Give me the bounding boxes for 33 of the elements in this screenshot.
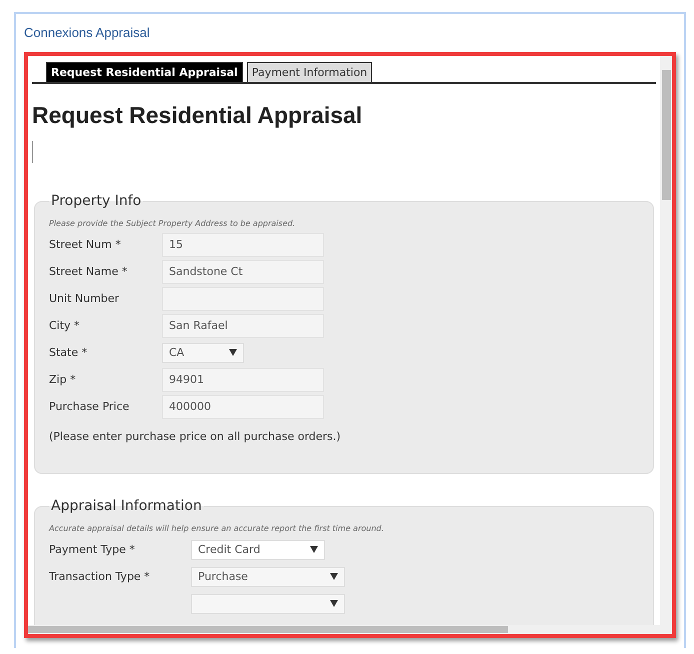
dropdown[interactable]: CA: [162, 342, 244, 362]
field-label: Street Num *: [49, 238, 122, 251]
text-field[interactable]: 400000: [162, 394, 324, 418]
vertical-scrollbar[interactable]: [660, 56, 672, 625]
field-label: State *: [49, 346, 88, 359]
tab[interactable]: Request Residential Appraisal: [46, 62, 243, 82]
field-label: Street Name *: [49, 265, 128, 278]
caret-icon: [310, 546, 318, 553]
horizontal-scrollbar[interactable]: [28, 625, 672, 634]
section-legend: Property Info: [49, 193, 144, 209]
page-heading: Request Residential Appraisal: [32, 102, 364, 129]
section-note: Accurate appraisal details will help ensure an accurate report the first time around.: [49, 524, 385, 533]
dropdown[interactable]: Purchase: [191, 566, 345, 586]
text-field[interactable]: Sandstone Ct: [162, 260, 324, 284]
section-legend: Appraisal Information: [49, 498, 204, 514]
window-title: Connexions Appraisal: [24, 25, 150, 40]
caret-icon: [330, 573, 338, 580]
field-label: Unit Number: [49, 292, 120, 305]
field-label: Payment Type *: [49, 543, 136, 556]
footnote: (Please enter purchase price on all purchase orders.): [49, 430, 342, 443]
dropdown[interactable]: Credit Card: [191, 540, 325, 560]
field-label: Purchase Price: [49, 400, 130, 413]
text-field[interactable]: 94901: [162, 368, 324, 392]
field-label: Transaction Type *: [49, 570, 151, 583]
text-field[interactable]: San Rafael: [162, 314, 324, 338]
text-field[interactable]: 15: [162, 232, 324, 256]
field-label: Zip *: [49, 373, 77, 386]
section-note: Please provide the Subject Property Address to be appraised.: [49, 219, 296, 228]
caret-icon: [330, 600, 338, 607]
caret-icon: [229, 349, 237, 356]
dropdown[interactable]: [191, 594, 345, 614]
tab[interactable]: Payment Information: [246, 62, 372, 82]
field-label: City *: [49, 319, 81, 332]
